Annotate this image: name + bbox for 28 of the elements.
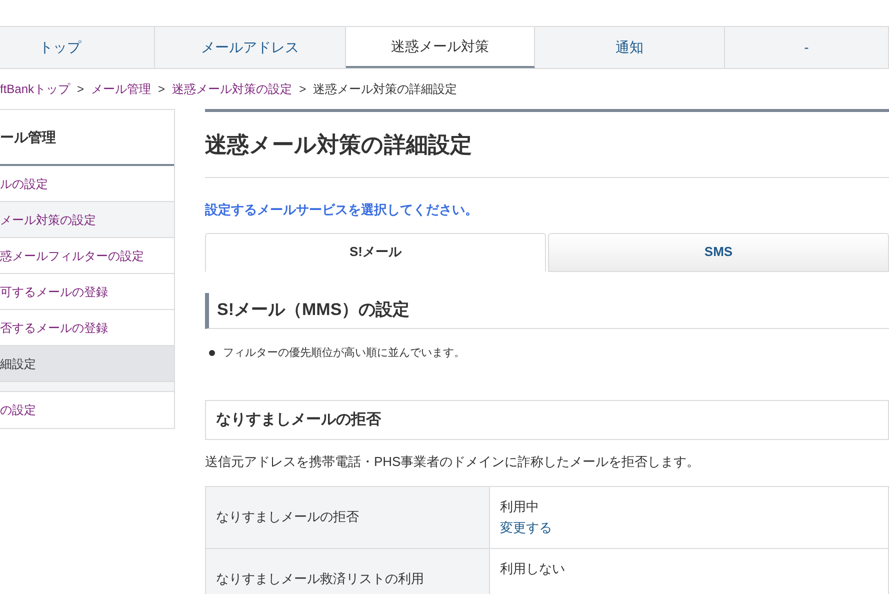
breadcrumb-separator: > — [77, 81, 84, 98]
breadcrumb-link[interactable]: 迷惑メール対策の設定 — [172, 80, 292, 98]
nav-tab[interactable]: - — [725, 26, 889, 68]
bullet-icon — [209, 350, 215, 356]
breadcrumb-link[interactable]: ftBankトップ — [0, 80, 70, 98]
service-tab[interactable]: SMS — [548, 232, 889, 272]
subsection-heading: なりすましメールの拒否 — [205, 400, 889, 440]
breadcrumb-current: 迷惑メール対策の詳細設定 — [313, 81, 458, 98]
nav-tab[interactable]: メールアドレス — [155, 26, 346, 68]
change-link[interactable]: 変更する — [500, 517, 552, 538]
setting-name-cell: なりすましメールの拒否 — [206, 486, 490, 548]
breadcrumb-separator: > — [299, 81, 306, 98]
sidebar-item[interactable]: 細設定 — [0, 346, 174, 382]
description-text: 送信元アドレスを携帯電話・PHS事業者のドメインに詐称したメールを拒否します。 — [205, 453, 701, 471]
breadcrumb-separator: > — [158, 81, 166, 98]
setting-name-cell: なりすましメール救済リストの利用 — [206, 548, 490, 594]
section-heading: S!メール（MMS）の設定 — [205, 292, 889, 328]
nav-tab[interactable]: 迷惑メール対策 — [346, 26, 535, 68]
breadcrumb-link[interactable]: メール管理 — [91, 80, 152, 98]
setting-status: 利用しない — [500, 560, 565, 578]
instruction-text: 設定するメールサービスを選択してください。 — [205, 201, 479, 219]
nav-tab[interactable]: トップ — [0, 26, 155, 68]
sidebar-item[interactable]: メール対策の設定 — [0, 202, 174, 238]
nav-tab[interactable]: 通知 — [535, 26, 725, 68]
page-title: 迷惑メール対策の詳細設定 — [205, 112, 889, 178]
service-tab[interactable]: S!メール — [205, 232, 546, 272]
note-text: フィルターの優先順位が高い順に並んでいます。 — [223, 346, 465, 360]
setting-status: 利用中 — [500, 498, 540, 516]
